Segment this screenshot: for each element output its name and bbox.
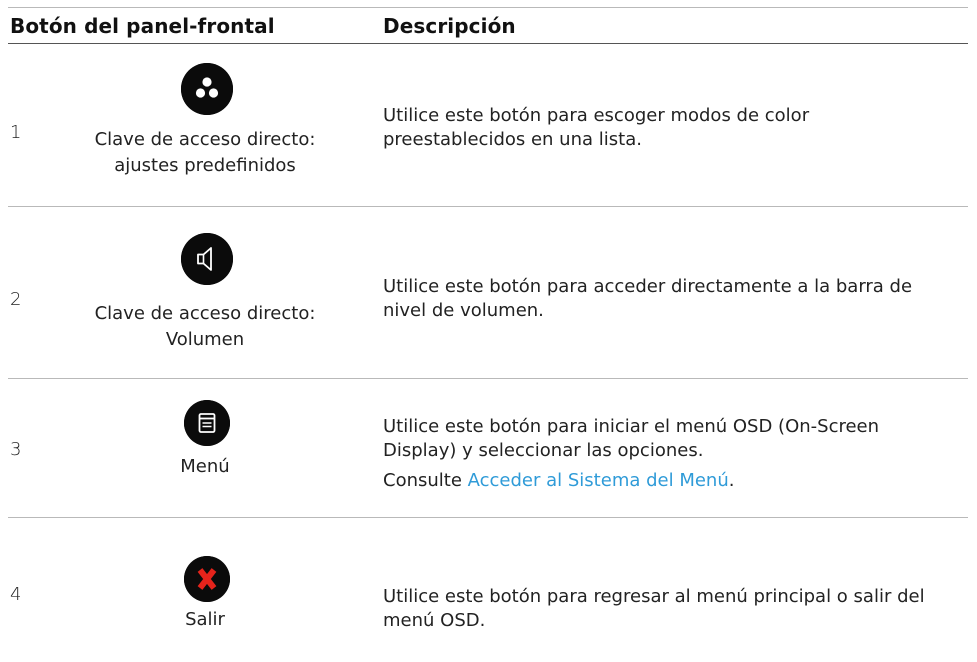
table-top-rule <box>8 7 968 8</box>
row-number: 4 <box>10 584 22 605</box>
button-label-line1: Menú <box>180 456 230 477</box>
reference-prefix: Consulte <box>383 470 468 491</box>
button-label-line1: Clave de acceso directo: <box>94 303 316 324</box>
button-label: Clave de acceso directo: Volumen <box>50 301 360 353</box>
description-text: Utilice este botón para acceder directam… <box>383 276 913 321</box>
button-label-line2: ajustes predefinidos <box>114 155 296 176</box>
exit-x-icon <box>184 556 230 602</box>
button-label-line2: Volumen <box>165 329 245 350</box>
row-number: 1 <box>10 122 22 143</box>
table-row: 2 Clave de acceso directo: Volumen Utili… <box>0 207 977 378</box>
menu-system-link[interactable]: Acceder al Sistema del Menú <box>468 470 729 491</box>
row-description: Utilice este botón para regresar al menú… <box>383 585 943 633</box>
button-label: Salir <box>50 607 360 633</box>
reference-suffix: . <box>728 470 735 491</box>
reference-note: Consulte Acceder al Sistema del Menú. <box>383 469 943 493</box>
table-row: 3 Menú Utilice este botón para iniciar e… <box>0 379 977 517</box>
row-number: 2 <box>10 289 22 310</box>
row-description: Utilice este botón para acceder directam… <box>383 275 943 323</box>
speaker-icon <box>181 233 233 285</box>
description-text: Utilice este botón para iniciar el menú … <box>383 416 880 461</box>
table-row: 4 Salir Utilice este botón para regresar… <box>0 518 977 662</box>
column-header-button: Botón del panel-frontal <box>10 14 275 38</box>
menu-icon <box>184 400 230 446</box>
front-panel-button-table: Botón del panel-frontal Descripción 1 Cl… <box>0 0 977 662</box>
row-description: Utilice este botón para escoger modos de… <box>383 104 943 152</box>
button-label: Clave de acceso directo: ajustes predefi… <box>50 127 360 179</box>
column-header-description: Descripción <box>383 14 516 38</box>
row-description: Utilice este botón para iniciar el menú … <box>383 415 943 493</box>
button-label: Menú <box>50 454 360 480</box>
row-number: 3 <box>10 439 22 460</box>
button-label-line1: Salir <box>185 609 225 630</box>
table-row: 1 Clave de acceso directo: ajustes prede… <box>0 44 977 206</box>
preset-modes-icon <box>181 63 233 115</box>
button-label-line1: Clave de acceso directo: <box>94 129 316 150</box>
description-text: Utilice este botón para regresar al menú… <box>383 586 925 631</box>
description-text: Utilice este botón para escoger modos de… <box>383 105 810 150</box>
